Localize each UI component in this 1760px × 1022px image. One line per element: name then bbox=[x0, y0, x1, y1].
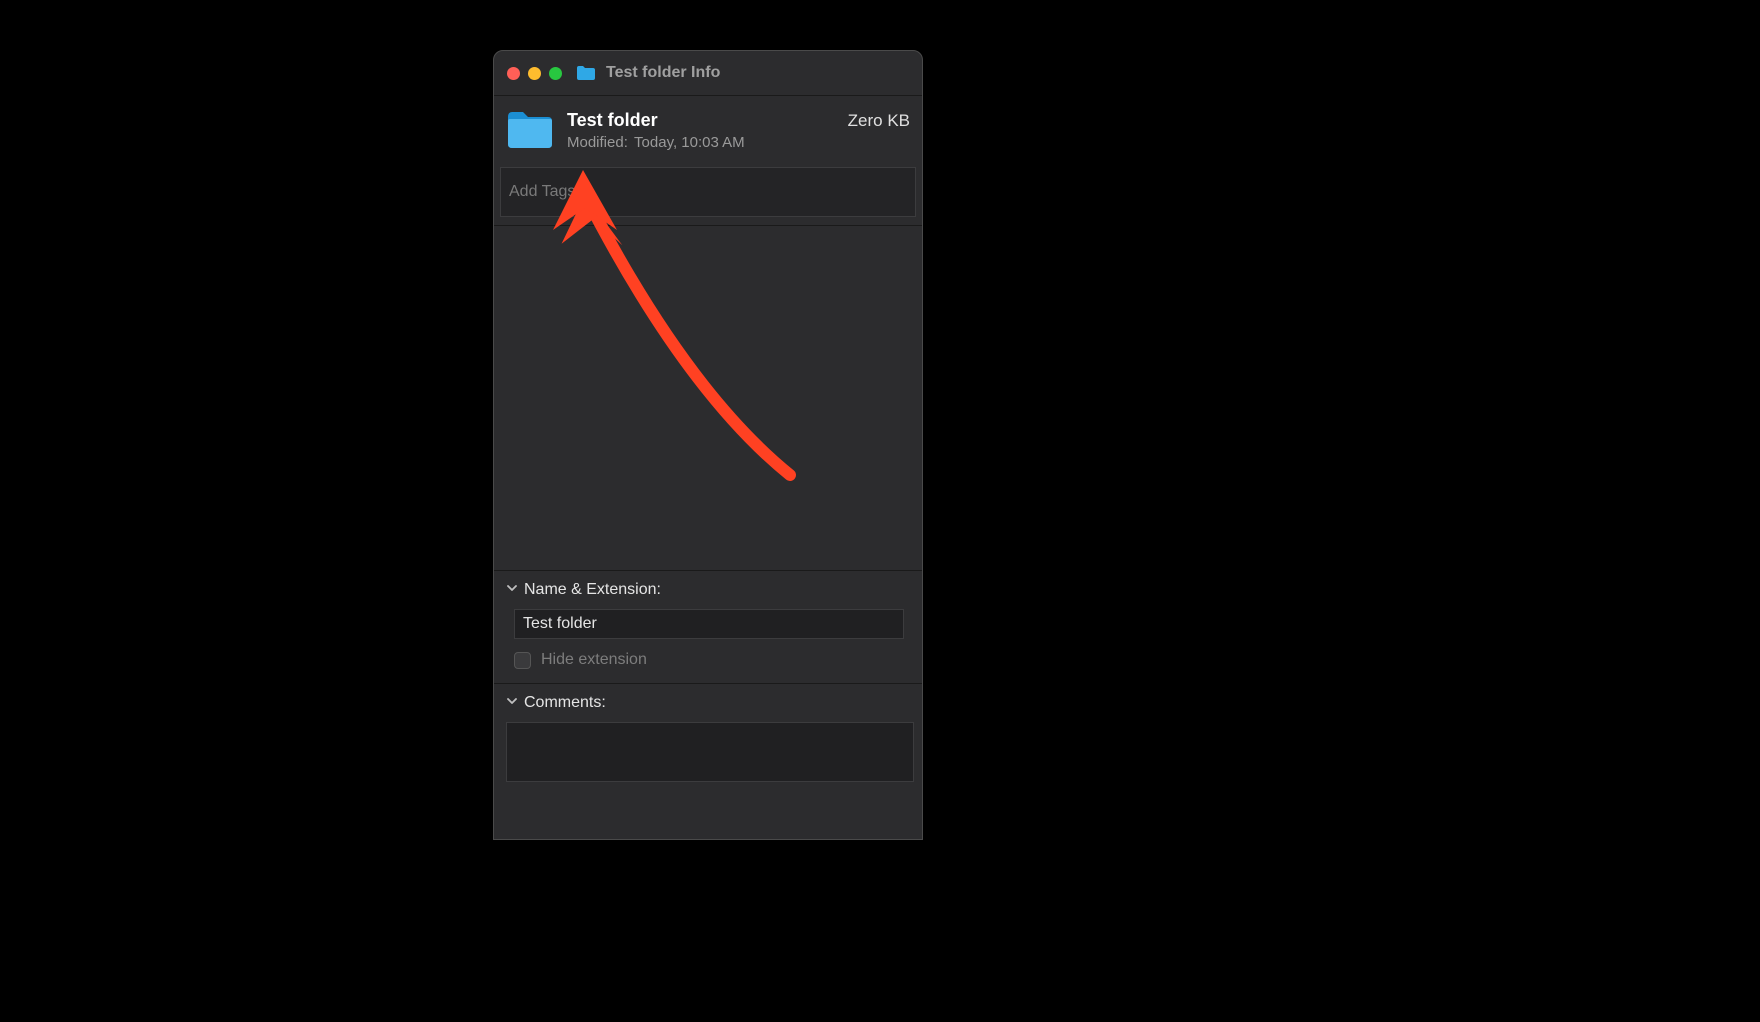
hide-extension-checkbox[interactable] bbox=[514, 652, 531, 669]
folder-icon bbox=[576, 65, 596, 81]
chevron-down-icon bbox=[506, 581, 518, 599]
maximize-button[interactable] bbox=[549, 67, 562, 80]
traffic-lights bbox=[507, 67, 562, 80]
comments-input[interactable] bbox=[506, 722, 914, 782]
section-header-name-ext[interactable]: Name & Extension: bbox=[506, 581, 910, 599]
get-info-window: Test folder Info Test folder Zero KB Mod… bbox=[493, 50, 923, 840]
comments-label: Comments: bbox=[524, 694, 606, 712]
hide-extension-label: Hide extension bbox=[541, 651, 647, 669]
header-text: Test folder Zero KB Modified: Today, 10:… bbox=[567, 110, 910, 151]
folder-icon[interactable] bbox=[506, 110, 554, 155]
modified-label: Modified: bbox=[567, 134, 628, 151]
hide-extension-row: Hide extension bbox=[514, 651, 910, 669]
section-header-comments[interactable]: Comments: bbox=[506, 694, 910, 712]
tags-input[interactable] bbox=[500, 167, 916, 217]
tags-section bbox=[494, 167, 922, 225]
comments-section: Comments: bbox=[494, 683, 922, 801]
name-extension-section: Name & Extension: Hide extension bbox=[494, 570, 922, 683]
item-name: Test folder bbox=[567, 110, 658, 131]
minimize-button[interactable] bbox=[528, 67, 541, 80]
name-extension-label: Name & Extension: bbox=[524, 581, 661, 599]
window-title: Test folder Info bbox=[606, 64, 720, 82]
modified-value: Today, 10:03 AM bbox=[634, 134, 745, 151]
content-spacer bbox=[494, 225, 922, 570]
name-input[interactable] bbox=[514, 609, 904, 639]
chevron-down-icon bbox=[506, 694, 518, 712]
item-header: Test folder Zero KB Modified: Today, 10:… bbox=[494, 96, 922, 167]
close-button[interactable] bbox=[507, 67, 520, 80]
modified-row: Modified: Today, 10:03 AM bbox=[567, 134, 910, 151]
item-size: Zero KB bbox=[848, 111, 910, 131]
titlebar: Test folder Info bbox=[494, 51, 922, 96]
